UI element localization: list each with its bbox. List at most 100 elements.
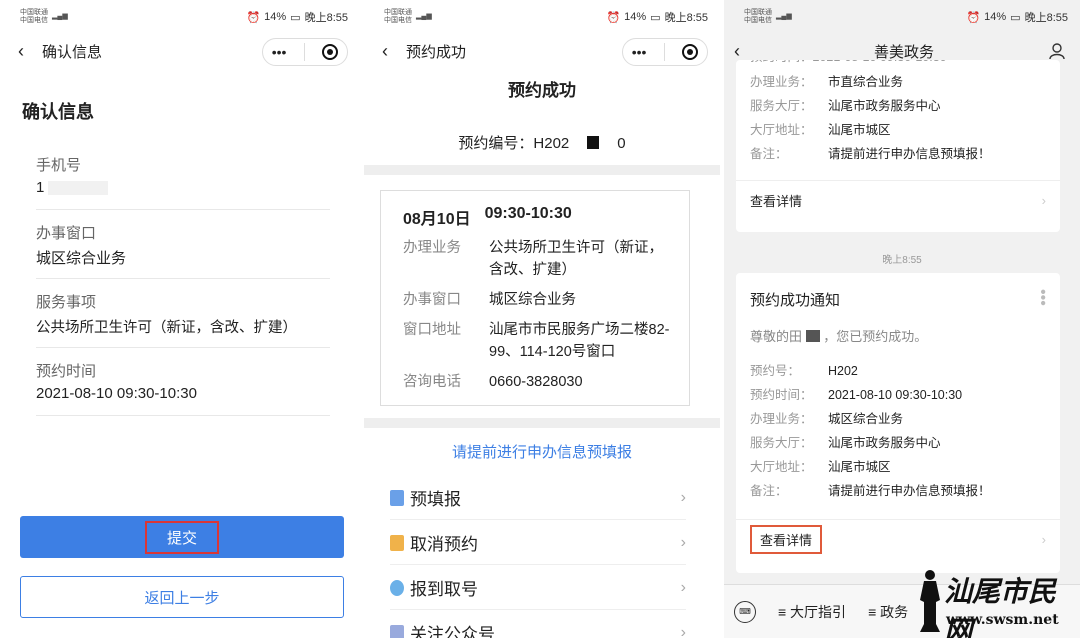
more-icon[interactable]: ••• xyxy=(272,44,287,60)
service-field: 服务事项 公共场所卫生许可（新证，含改、扩建） xyxy=(36,279,330,348)
detail-row: 窗口地址 汕尾市市民服务广场二楼82-99、114-120号窗口 xyxy=(403,319,671,363)
battery-icon: ▭ xyxy=(650,11,661,24)
detail-row: 咨询电话 0660-3828030 xyxy=(403,371,671,393)
row-key: 办事窗口 xyxy=(403,292,461,308)
row-key: 大厅地址： xyxy=(750,123,813,137)
capsule-divider xyxy=(303,43,305,61)
row-value: 2021-08-10 09:30-10:30 xyxy=(828,388,963,402)
carrier-top: 中国联通 xyxy=(20,9,48,16)
field-label: 预约时间 xyxy=(36,363,97,380)
back-arrow-icon[interactable]: ‹ xyxy=(18,41,42,62)
submit-label: 提交 xyxy=(144,520,219,554)
view-detail-row[interactable]: 查看详情 › xyxy=(736,519,1060,559)
signal-icon: ▂▄▆ xyxy=(776,13,792,20)
battery-percent: 14% xyxy=(624,11,647,23)
more-icon[interactable]: ••• xyxy=(632,44,647,60)
site-watermark: 汕尾市民网 www.swsm.net xyxy=(914,568,1074,638)
divider-band xyxy=(364,418,720,428)
row-key: 服务大厅： xyxy=(750,99,813,113)
view-detail-row[interactable]: 查看详情 › xyxy=(736,180,1060,220)
view-detail-label: 查看详情 xyxy=(750,525,823,554)
capsule-divider xyxy=(663,43,665,61)
signal-icon: ▂▄▆ xyxy=(416,13,432,20)
menu-item-checkin[interactable]: 报到取号 › xyxy=(390,566,686,610)
chevron-right-icon: › xyxy=(1041,532,1046,547)
msg-row: 办理业务： 市直综合业务 xyxy=(736,70,1060,94)
clock-icon xyxy=(390,579,404,596)
submit-button[interactable]: 提交 xyxy=(20,516,344,558)
message-card-notice: 预约成功通知 ••• 尊敬的田 ，您已预约成功。 预约号： H202 预约时间： 2… xyxy=(736,273,1060,573)
status-time: 晚上8:55 xyxy=(304,12,348,24)
row-key: 咨询电话 xyxy=(403,374,461,390)
menu-item-prefill[interactable]: 预填报 › xyxy=(390,476,686,520)
nav-bar: ‹ 确认信息 ••• xyxy=(0,34,360,68)
carrier-top: 中国联通 xyxy=(384,9,412,16)
row-value: 汕尾市政务服务中心 xyxy=(828,99,941,113)
code-prefix: 预约编号：H202 xyxy=(458,135,570,152)
booking-date: 08月10日 xyxy=(403,211,471,228)
carrier-bottom: 中国电信 xyxy=(20,17,48,24)
carrier-bottom: 中国电信 xyxy=(744,17,772,24)
carrier-top: 中国联通 xyxy=(744,9,772,16)
row-value: 城区综合业务 xyxy=(489,292,576,308)
menu-label: 报到取号 xyxy=(410,580,478,599)
notice-header: 预约成功通知 ••• xyxy=(736,273,1060,310)
carrier-bottom: 中国电信 xyxy=(384,17,412,24)
booking-code: 预约编号：H202 0 xyxy=(364,132,720,153)
user-profile-icon[interactable] xyxy=(1048,42,1066,60)
row-key: 备注： xyxy=(750,484,788,498)
row-value: 请提前进行申办信息预填报！ xyxy=(828,484,991,498)
detail-row: 办理业务 公共场所卫生许可（新证，含改、扩建） xyxy=(403,237,671,281)
status-time: 晚上8:55 xyxy=(1024,12,1068,24)
menu-government[interactable]: ≡ 政务 xyxy=(868,602,908,622)
menu-label: 取消预约 xyxy=(410,535,478,554)
row-key: 办理业务： xyxy=(750,412,813,426)
window-field: 办事窗口 城区综合业务 xyxy=(36,210,330,279)
field-label: 服务事项 xyxy=(36,294,97,311)
row-key: 预约时间： xyxy=(750,388,813,402)
watermark-url: www.swsm.net xyxy=(946,612,1059,628)
msg-row: 备注： 请提前进行申办信息预填报！ xyxy=(736,479,1060,503)
field-label: 手机号 xyxy=(36,157,82,174)
row-value: 汕尾市城区 xyxy=(828,460,891,474)
menu-item-cancel[interactable]: 取消预约 › xyxy=(390,521,686,565)
miniprogram-capsule: ••• xyxy=(622,38,708,66)
field-value: 1 xyxy=(36,179,330,199)
prefill-link[interactable]: 请提前进行申办信息预填报 xyxy=(364,441,720,462)
battery-icon: ▭ xyxy=(1010,11,1021,24)
close-miniprogram-icon[interactable] xyxy=(322,44,339,60)
message-timestamp: 晚上8:55 xyxy=(882,255,922,266)
back-step-button[interactable]: 返回上一步 xyxy=(20,576,344,618)
redaction-mask xyxy=(805,330,820,342)
page-title: 确认信息 xyxy=(22,102,94,122)
close-miniprogram-icon[interactable] xyxy=(682,44,699,60)
field-value: 2021-08-10 09:30-10:30 xyxy=(36,385,197,402)
nav-bar: ‹ 预约成功 ••• xyxy=(364,34,720,68)
phone-value: 1 xyxy=(36,179,45,196)
screenshot-collage: 中国联通 中国电信 ▂▄▆ ⏰ 14% ▭ 晚上8:55 ‹ 确认信息 ••• 确… xyxy=(0,0,1080,638)
menu-hall-guide[interactable]: ≡ 大厅指引 xyxy=(778,602,846,622)
greeting-prefix: 尊敬的田 xyxy=(750,329,803,344)
chevron-right-icon: › xyxy=(1041,193,1046,208)
menu-item-follow[interactable]: 关注公众号 › xyxy=(390,611,686,638)
miniprogram-capsule: ••• xyxy=(262,38,348,66)
notice-title: 预约成功通知 xyxy=(750,292,841,309)
redaction-mask xyxy=(48,181,109,196)
partial-row-clip: 预约时间：2021-08-10 09:30-10:30 xyxy=(736,60,1060,70)
redaction-mask xyxy=(587,136,600,149)
nav-title: 善美政务 xyxy=(873,43,934,61)
chevron-right-icon: › xyxy=(680,623,686,638)
code-suffix: 0 xyxy=(617,135,626,152)
back-arrow-icon[interactable]: ‹ xyxy=(382,41,406,62)
view-detail-label: 查看详情 xyxy=(750,194,803,209)
more-options-icon[interactable]: ••• xyxy=(1034,289,1051,310)
keyboard-icon[interactable]: ⌨ xyxy=(734,600,756,623)
info-fields: 手机号 1 办事窗口 城区综合业务 服务事项 公共场所卫生许可（新证，含改、扩建… xyxy=(0,142,360,416)
back-arrow-icon[interactable]: ‹ xyxy=(734,41,758,62)
booking-success-screen: 中国联通 中国电信 ▂▄▆ ⏰ 14% ▭ 晚上8:55 ‹ 预约成功 ••• 预… xyxy=(364,0,720,638)
field-label: 办事窗口 xyxy=(36,225,97,242)
chevron-right-icon: › xyxy=(680,533,686,551)
carrier-info: 中国联通 中国电信 ▂▄▆ xyxy=(384,9,432,25)
row-key: 服务大厅： xyxy=(750,436,813,450)
booking-datetime: 08月10日 09:30-10:30 xyxy=(403,205,671,229)
